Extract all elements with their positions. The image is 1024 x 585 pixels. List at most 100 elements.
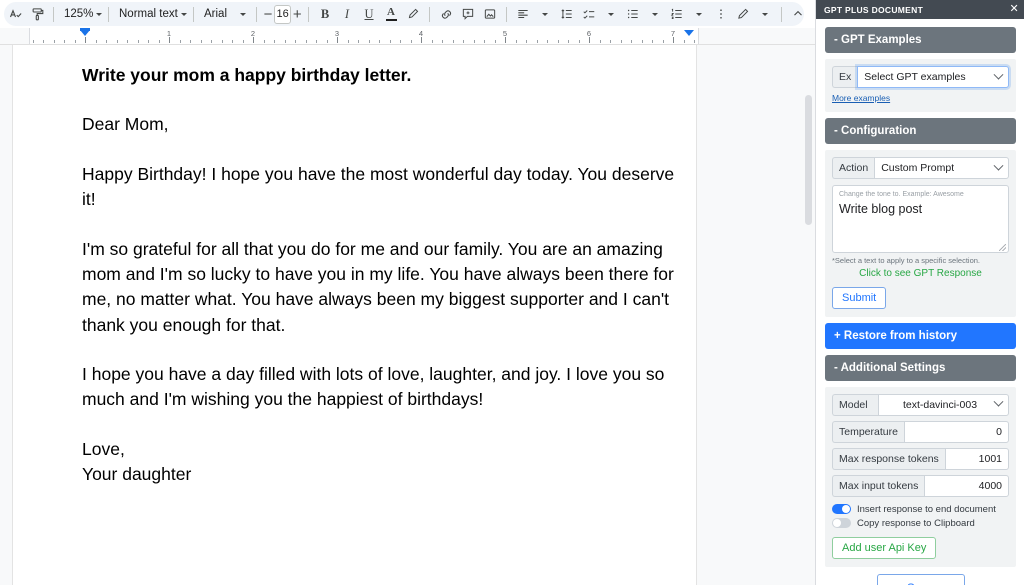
text-color-label: A (387, 7, 395, 18)
numbered-list-dropdown-chevron-icon[interactable] (688, 3, 710, 25)
add-comment-icon[interactable] (457, 3, 479, 25)
model-select[interactable]: text-davinci-003 (878, 394, 1009, 416)
insert-response-toggle[interactable] (832, 504, 851, 514)
add-user-api-key-button[interactable]: Add user Api Key (832, 537, 936, 559)
editing-mode-chevron-icon[interactable] (754, 3, 776, 25)
document-ruler[interactable]: 1234567 (0, 28, 815, 45)
ruler-minor-tick (190, 40, 191, 43)
collapse-toolbar-chevron-icon[interactable] (787, 3, 809, 25)
ruler-minor-tick (379, 40, 380, 43)
submit-button[interactable]: Submit (832, 287, 886, 309)
italic-button[interactable]: I (336, 3, 358, 25)
ruler-minor-tick (148, 40, 149, 43)
section-header-additional-settings[interactable]: - Additional Settings (825, 355, 1016, 381)
bold-button[interactable]: B (314, 3, 336, 25)
copy-clipboard-toggle[interactable] (832, 518, 851, 528)
close-icon[interactable]: ✕ (1009, 4, 1019, 15)
ruler-minor-tick (631, 40, 632, 43)
zoom-level-selector[interactable]: 125% (59, 3, 103, 25)
insert-link-icon[interactable] (435, 3, 457, 25)
ruler-minor-tick (117, 40, 118, 43)
chevron-down-icon (181, 13, 187, 16)
right-indent-marker[interactable] (684, 30, 694, 36)
insert-image-icon[interactable] (479, 3, 501, 25)
align-left-icon[interactable] (512, 3, 534, 25)
ruler-number: 3 (335, 29, 339, 38)
action-field: Action Custom Prompt (832, 157, 1009, 179)
paragraph-style-selector[interactable]: Normal text (114, 3, 188, 25)
line-spacing-icon[interactable] (556, 3, 578, 25)
highlight-pen-icon[interactable] (402, 3, 424, 25)
max-response-tokens-label: Max response tokens (832, 448, 945, 470)
ruler-minor-tick (316, 40, 317, 43)
text-color-button[interactable]: A (380, 3, 402, 25)
ruler-minor-tick (484, 40, 485, 43)
textarea-resize-handle[interactable] (999, 244, 1006, 251)
sidebar-body: - GPT Examples Ex Select GPT examples Mo… (816, 19, 1024, 585)
toolbar-divider (53, 7, 54, 22)
ruler-minor-tick (138, 40, 139, 43)
toolbar-divider (429, 7, 430, 22)
ruler-minor-tick (694, 40, 695, 43)
insert-response-label: Insert response to end document (857, 504, 996, 515)
save-button[interactable]: Save (877, 574, 965, 585)
ruler-number: 2 (251, 29, 255, 38)
paint-format-icon[interactable] (26, 3, 48, 25)
zoom-level-value: 125% (64, 8, 93, 20)
temperature-input[interactable]: 0 (904, 421, 1009, 443)
section-header-gpt-examples[interactable]: - GPT Examples (825, 27, 1016, 53)
action-select[interactable]: Custom Prompt (874, 157, 1009, 179)
document-page[interactable]: Write your mom a happy birthday letter. … (12, 45, 697, 585)
max-input-tokens-input[interactable]: 4000 (924, 475, 1009, 497)
left-indent-bar[interactable] (80, 28, 90, 31)
toolbar-divider (108, 7, 109, 22)
ruler-minor-tick (33, 40, 34, 43)
ruler-strip[interactable]: 1234567 (29, 28, 699, 45)
ruler-minor-tick (558, 40, 559, 43)
bulleted-list-icon[interactable] (622, 3, 644, 25)
toolbar-divider (193, 7, 194, 22)
ruler-minor-tick (600, 40, 601, 43)
ruler-minor-tick (516, 40, 517, 43)
more-examples-link[interactable]: More examples (832, 93, 890, 103)
bulleted-list-dropdown-chevron-icon[interactable] (644, 3, 666, 25)
ruler-minor-tick (369, 40, 370, 43)
checklist-icon[interactable] (578, 3, 600, 25)
numbered-list-icon[interactable] (666, 3, 688, 25)
section-header-configuration[interactable]: - Configuration (825, 118, 1016, 144)
ruler-minor-tick (610, 40, 611, 43)
document-canvas: Write your mom a happy birthday letter. … (0, 45, 815, 585)
model-label: Model (832, 394, 878, 416)
ruler-minor-tick (295, 40, 296, 43)
spacer (82, 138, 678, 162)
align-dropdown-chevron-icon[interactable] (534, 3, 556, 25)
increase-font-size-button[interactable]: + (291, 6, 303, 23)
ruler-number: 7 (671, 29, 675, 38)
underline-button[interactable]: U (358, 3, 380, 25)
document-paragraph: Love, (82, 437, 678, 462)
document-paragraph: I hope you have a day filled with lots o… (82, 362, 678, 413)
section-header-restore-from-history[interactable]: + Restore from history (825, 323, 1016, 349)
gpt-examples-select[interactable]: Select GPT examples (857, 66, 1009, 88)
temperature-label: Temperature (832, 421, 904, 443)
font-size-input[interactable]: 16 (274, 5, 292, 24)
document-body[interactable]: Write your mom a happy birthday letter. … (13, 45, 696, 488)
max-response-tokens-input[interactable]: 1001 (945, 448, 1009, 470)
spellcheck-icon[interactable] (4, 3, 26, 25)
more-options-icon[interactable] (710, 3, 732, 25)
gpt-response-link[interactable]: Click to see GPT Response (832, 268, 1009, 279)
ruler-minor-tick (642, 40, 643, 43)
prompt-textarea[interactable]: Change the tone to. Example: Awesome Wri… (832, 185, 1009, 253)
setting-row-max-response-tokens: Max response tokens 1001 (832, 448, 1009, 470)
document-scrollbar-thumb[interactable] (805, 95, 812, 225)
decrease-font-size-button[interactable]: − (262, 6, 274, 23)
ruler-minor-tick (568, 40, 569, 43)
ruler-number: 5 (503, 29, 507, 38)
checklist-dropdown-chevron-icon[interactable] (600, 3, 622, 25)
spacer (82, 213, 678, 237)
ruler-minor-tick (526, 40, 527, 43)
ruler-minor-tick (327, 40, 328, 43)
ruler-minor-tick (432, 40, 433, 43)
font-family-selector[interactable]: Arial (199, 3, 251, 25)
editing-mode-pencil-icon[interactable] (732, 3, 754, 25)
